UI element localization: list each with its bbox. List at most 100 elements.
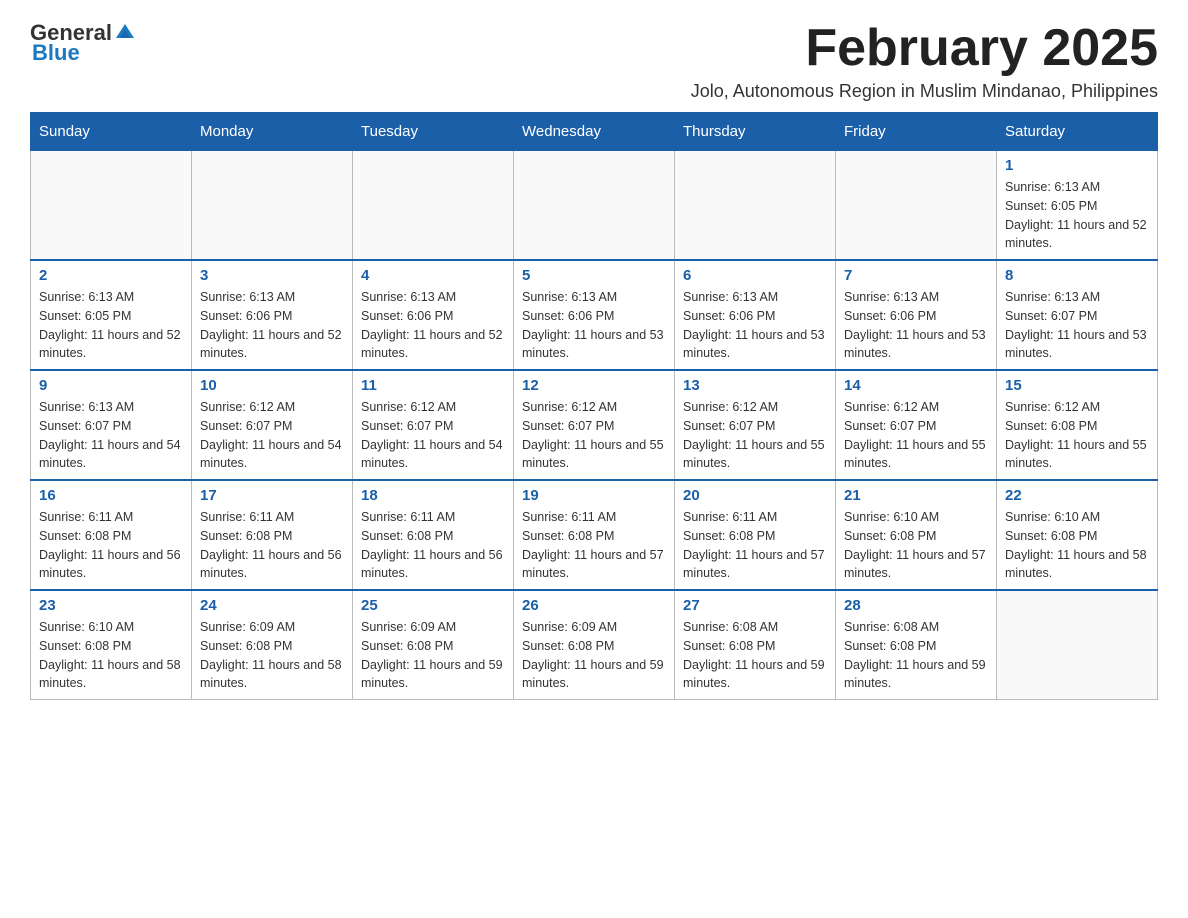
day-info: Sunrise: 6:08 AMSunset: 6:08 PMDaylight:… bbox=[844, 618, 988, 693]
day-number: 6 bbox=[683, 267, 827, 284]
day-number: 21 bbox=[844, 487, 988, 504]
table-row bbox=[675, 151, 836, 261]
day-info: Sunrise: 6:10 AMSunset: 6:08 PMDaylight:… bbox=[844, 508, 988, 583]
table-row bbox=[192, 151, 353, 261]
day-number: 4 bbox=[361, 267, 505, 284]
calendar-week-row: 9 Sunrise: 6:13 AMSunset: 6:07 PMDaylight… bbox=[31, 370, 1158, 480]
table-row: 4 Sunrise: 6:13 AMSunset: 6:06 PMDaylight… bbox=[353, 260, 514, 370]
col-sunday: Sunday bbox=[31, 113, 192, 151]
calendar-week-row: 23 Sunrise: 6:10 AMSunset: 6:08 PMDayligh… bbox=[31, 590, 1158, 700]
day-info: Sunrise: 6:13 AMSunset: 6:05 PMDaylight:… bbox=[39, 288, 183, 363]
day-info: Sunrise: 6:11 AMSunset: 6:08 PMDaylight:… bbox=[522, 508, 666, 583]
table-row: 1 Sunrise: 6:13 AMSunset: 6:05 PMDaylight… bbox=[997, 151, 1158, 261]
table-row bbox=[514, 151, 675, 261]
day-number: 22 bbox=[1005, 487, 1149, 504]
day-number: 3 bbox=[200, 267, 344, 284]
day-number: 20 bbox=[683, 487, 827, 504]
day-number: 11 bbox=[361, 377, 505, 394]
day-info: Sunrise: 6:12 AMSunset: 6:07 PMDaylight:… bbox=[844, 398, 988, 473]
day-info: Sunrise: 6:09 AMSunset: 6:08 PMDaylight:… bbox=[522, 618, 666, 693]
day-number: 25 bbox=[361, 597, 505, 614]
col-friday: Friday bbox=[836, 113, 997, 151]
day-info: Sunrise: 6:09 AMSunset: 6:08 PMDaylight:… bbox=[200, 618, 344, 693]
col-wednesday: Wednesday bbox=[514, 113, 675, 151]
day-info: Sunrise: 6:08 AMSunset: 6:08 PMDaylight:… bbox=[683, 618, 827, 693]
table-row bbox=[836, 151, 997, 261]
day-number: 14 bbox=[844, 377, 988, 394]
day-number: 17 bbox=[200, 487, 344, 504]
day-number: 10 bbox=[200, 377, 344, 394]
day-info: Sunrise: 6:13 AMSunset: 6:06 PMDaylight:… bbox=[522, 288, 666, 363]
table-row: 27 Sunrise: 6:08 AMSunset: 6:08 PMDayligh… bbox=[675, 590, 836, 700]
table-row bbox=[31, 151, 192, 261]
page-header: General Blue February 2025 Jolo, Autonom… bbox=[30, 20, 1158, 102]
day-info: Sunrise: 6:12 AMSunset: 6:08 PMDaylight:… bbox=[1005, 398, 1149, 473]
table-row: 24Sunrise: 6:09 AMSunset: 6:08 PMDayligh… bbox=[192, 590, 353, 700]
table-row: 14 Sunrise: 6:12 AMSunset: 6:07 PMDayligh… bbox=[836, 370, 997, 480]
day-number: 5 bbox=[522, 267, 666, 284]
table-row: 8Sunrise: 6:13 AMSunset: 6:07 PMDaylight… bbox=[997, 260, 1158, 370]
day-info: Sunrise: 6:12 AMSunset: 6:07 PMDaylight:… bbox=[683, 398, 827, 473]
table-row: 26 Sunrise: 6:09 AMSunset: 6:08 PMDayligh… bbox=[514, 590, 675, 700]
table-row: 25 Sunrise: 6:09 AMSunset: 6:08 PMDayligh… bbox=[353, 590, 514, 700]
table-row: 12Sunrise: 6:12 AMSunset: 6:07 PMDayligh… bbox=[514, 370, 675, 480]
day-info: Sunrise: 6:13 AMSunset: 6:07 PMDaylight:… bbox=[39, 398, 183, 473]
day-info: Sunrise: 6:11 AMSunset: 6:08 PMDaylight:… bbox=[39, 508, 183, 583]
calendar-week-row: 1 Sunrise: 6:13 AMSunset: 6:05 PMDaylight… bbox=[31, 151, 1158, 261]
table-row: 10 Sunrise: 6:12 AMSunset: 6:07 PMDayligh… bbox=[192, 370, 353, 480]
title-section: February 2025 Jolo, Autonomous Region in… bbox=[691, 20, 1158, 102]
day-info: Sunrise: 6:13 AMSunset: 6:06 PMDaylight:… bbox=[683, 288, 827, 363]
day-number: 8 bbox=[1005, 267, 1149, 284]
day-info: Sunrise: 6:10 AMSunset: 6:08 PMDaylight:… bbox=[39, 618, 183, 693]
table-row: 15 Sunrise: 6:12 AMSunset: 6:08 PMDayligh… bbox=[997, 370, 1158, 480]
table-row: 11 Sunrise: 6:12 AMSunset: 6:07 PMDayligh… bbox=[353, 370, 514, 480]
day-number: 13 bbox=[683, 377, 827, 394]
table-row bbox=[353, 151, 514, 261]
day-info: Sunrise: 6:12 AMSunset: 6:07 PMDaylight:… bbox=[361, 398, 505, 473]
day-number: 12 bbox=[522, 377, 666, 394]
day-info: Sunrise: 6:13 AMSunset: 6:06 PMDaylight:… bbox=[200, 288, 344, 363]
day-info: Sunrise: 6:11 AMSunset: 6:08 PMDaylight:… bbox=[361, 508, 505, 583]
day-number: 19 bbox=[522, 487, 666, 504]
logo-blue: Blue bbox=[32, 40, 80, 66]
logo-icon bbox=[114, 20, 136, 42]
day-number: 27 bbox=[683, 597, 827, 614]
day-number: 18 bbox=[361, 487, 505, 504]
table-row: 6 Sunrise: 6:13 AMSunset: 6:06 PMDaylight… bbox=[675, 260, 836, 370]
table-row: 21 Sunrise: 6:10 AMSunset: 6:08 PMDayligh… bbox=[836, 480, 997, 590]
day-number: 15 bbox=[1005, 377, 1149, 394]
day-info: Sunrise: 6:13 AMSunset: 6:06 PMDaylight:… bbox=[361, 288, 505, 363]
table-row: 23 Sunrise: 6:10 AMSunset: 6:08 PMDayligh… bbox=[31, 590, 192, 700]
day-number: 28 bbox=[844, 597, 988, 614]
col-monday: Monday bbox=[192, 113, 353, 151]
col-saturday: Saturday bbox=[997, 113, 1158, 151]
day-number: 26 bbox=[522, 597, 666, 614]
calendar-table: Sunday Monday Tuesday Wednesday Thursday… bbox=[30, 112, 1158, 700]
calendar-week-row: 2 Sunrise: 6:13 AMSunset: 6:05 PMDaylight… bbox=[31, 260, 1158, 370]
day-info: Sunrise: 6:11 AMSunset: 6:08 PMDaylight:… bbox=[200, 508, 344, 583]
table-row: 22Sunrise: 6:10 AMSunset: 6:08 PMDayligh… bbox=[997, 480, 1158, 590]
calendar-week-row: 16 Sunrise: 6:11 AMSunset: 6:08 PMDayligh… bbox=[31, 480, 1158, 590]
subtitle: Jolo, Autonomous Region in Muslim Mindan… bbox=[691, 81, 1158, 102]
day-number: 1 bbox=[1005, 157, 1149, 174]
table-row: 2 Sunrise: 6:13 AMSunset: 6:05 PMDaylight… bbox=[31, 260, 192, 370]
day-number: 16 bbox=[39, 487, 183, 504]
table-row bbox=[997, 590, 1158, 700]
day-info: Sunrise: 6:09 AMSunset: 6:08 PMDaylight:… bbox=[361, 618, 505, 693]
day-info: Sunrise: 6:13 AMSunset: 6:05 PMDaylight:… bbox=[1005, 178, 1149, 253]
table-row: 9 Sunrise: 6:13 AMSunset: 6:07 PMDaylight… bbox=[31, 370, 192, 480]
day-number: 23 bbox=[39, 597, 183, 614]
table-row: 19 Sunrise: 6:11 AMSunset: 6:08 PMDayligh… bbox=[514, 480, 675, 590]
day-number: 2 bbox=[39, 267, 183, 284]
day-info: Sunrise: 6:11 AMSunset: 6:08 PMDaylight:… bbox=[683, 508, 827, 583]
day-number: 9 bbox=[39, 377, 183, 394]
table-row: 28 Sunrise: 6:08 AMSunset: 6:08 PMDayligh… bbox=[836, 590, 997, 700]
col-thursday: Thursday bbox=[675, 113, 836, 151]
day-info: Sunrise: 6:13 AMSunset: 6:06 PMDaylight:… bbox=[844, 288, 988, 363]
month-title: February 2025 bbox=[691, 20, 1158, 77]
table-row: 18 Sunrise: 6:11 AMSunset: 6:08 PMDayligh… bbox=[353, 480, 514, 590]
day-info: Sunrise: 6:12 AMSunset: 6:07 PMDaylight:… bbox=[200, 398, 344, 473]
col-tuesday: Tuesday bbox=[353, 113, 514, 151]
logo: General Blue bbox=[30, 20, 136, 66]
day-number: 7 bbox=[844, 267, 988, 284]
